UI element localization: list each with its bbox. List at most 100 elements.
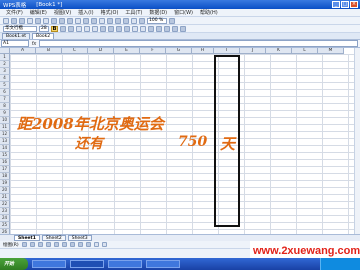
row-header[interactable]: 4 bbox=[0, 75, 10, 82]
name-box[interactable]: A1 bbox=[1, 40, 29, 47]
menu-insert[interactable]: 插入(I) bbox=[78, 9, 93, 16]
row-header[interactable]: 1 bbox=[0, 54, 10, 61]
row-header[interactable]: 9 bbox=[0, 110, 10, 117]
menu-file[interactable]: 文件(F) bbox=[6, 9, 23, 16]
formula-input[interactable] bbox=[39, 40, 358, 47]
start-button[interactable]: 开始 bbox=[0, 258, 28, 270]
minimize-button[interactable]: _ bbox=[332, 1, 340, 8]
vertical-scrollbar[interactable] bbox=[354, 48, 360, 234]
row-header[interactable]: 13 bbox=[0, 138, 10, 145]
outdent-icon[interactable] bbox=[148, 25, 154, 32]
column-header[interactable]: K bbox=[266, 48, 292, 54]
paste-icon[interactable] bbox=[67, 17, 73, 24]
comma-icon[interactable] bbox=[124, 25, 130, 32]
new-file-icon[interactable] bbox=[3, 17, 9, 24]
column-header[interactable]: D bbox=[88, 48, 114, 54]
help-icon[interactable] bbox=[169, 17, 175, 24]
wordart-icon[interactable] bbox=[77, 242, 83, 247]
row-header[interactable]: 12 bbox=[0, 131, 10, 138]
chart-icon[interactable] bbox=[131, 17, 137, 24]
column-header[interactable]: M bbox=[318, 48, 344, 54]
align-right-icon[interactable] bbox=[92, 25, 98, 32]
column-header[interactable]: E bbox=[114, 48, 140, 54]
align-left-icon[interactable] bbox=[76, 25, 82, 32]
column-header[interactable]: A bbox=[10, 48, 36, 54]
menu-data[interactable]: 数据(D) bbox=[149, 9, 167, 16]
font-color-icon[interactable] bbox=[180, 25, 186, 32]
close-button[interactable]: × bbox=[350, 1, 358, 8]
row-header[interactable]: 17 bbox=[0, 166, 10, 173]
print-preview-icon[interactable] bbox=[35, 17, 41, 24]
sort-ascending-icon[interactable] bbox=[115, 17, 121, 24]
row-header[interactable]: 21 bbox=[0, 194, 10, 201]
autoshapes-icon[interactable] bbox=[29, 242, 35, 247]
menu-window[interactable]: 窗口(W) bbox=[174, 9, 193, 16]
row-header[interactable]: 3 bbox=[0, 68, 10, 75]
italic-icon[interactable] bbox=[60, 25, 66, 32]
row-header[interactable]: 18 bbox=[0, 173, 10, 180]
column-header[interactable]: G bbox=[166, 48, 192, 54]
autosum-icon[interactable] bbox=[107, 17, 113, 24]
row-header[interactable]: 24 bbox=[0, 215, 10, 222]
taskbar-item[interactable] bbox=[108, 260, 142, 268]
picture-icon[interactable] bbox=[85, 242, 91, 247]
format-painter-icon[interactable] bbox=[75, 17, 81, 24]
indent-icon[interactable] bbox=[156, 25, 162, 32]
row-header[interactable]: 16 bbox=[0, 159, 10, 166]
merge-center-icon[interactable] bbox=[100, 25, 106, 32]
fx-icon[interactable]: fx bbox=[29, 41, 39, 47]
row-header[interactable]: 7 bbox=[0, 96, 10, 103]
row-header[interactable]: 2 bbox=[0, 61, 10, 68]
row-header[interactable]: 15 bbox=[0, 152, 10, 159]
textbox-icon[interactable] bbox=[69, 242, 75, 247]
row-header[interactable]: 5 bbox=[0, 82, 10, 89]
column-header[interactable]: L bbox=[292, 48, 318, 54]
column-header[interactable]: J bbox=[240, 48, 266, 54]
column-header[interactable]: C bbox=[62, 48, 88, 54]
open-file-icon[interactable] bbox=[11, 17, 17, 24]
line-icon[interactable] bbox=[37, 242, 43, 247]
rectangle-icon[interactable] bbox=[53, 242, 59, 247]
column-header[interactable]: H bbox=[192, 48, 214, 54]
menu-help[interactable]: 帮助(H) bbox=[200, 9, 218, 16]
taskbar-item-active[interactable] bbox=[70, 260, 104, 268]
redo-icon[interactable] bbox=[91, 17, 97, 24]
doc-tab-book1[interactable]: Book1.et bbox=[2, 33, 31, 39]
print-icon[interactable] bbox=[27, 17, 33, 24]
row-header[interactable]: 10 bbox=[0, 117, 10, 124]
row-header[interactable]: 14 bbox=[0, 145, 10, 152]
arrow-icon[interactable] bbox=[45, 242, 51, 247]
maximize-button[interactable]: □ bbox=[341, 1, 349, 8]
column-header[interactable]: F bbox=[140, 48, 166, 54]
row-header[interactable]: 20 bbox=[0, 187, 10, 194]
shadow-icon[interactable] bbox=[101, 242, 107, 247]
font-select[interactable]: 华文行楷 bbox=[3, 25, 37, 32]
column-header[interactable]: I bbox=[214, 48, 240, 54]
percent-icon[interactable] bbox=[116, 25, 122, 32]
menu-format[interactable]: 格式(O) bbox=[101, 9, 119, 16]
spellcheck-icon[interactable] bbox=[43, 17, 49, 24]
doc-tab-book2[interactable]: Book2 bbox=[32, 33, 55, 39]
oval-icon[interactable] bbox=[61, 242, 67, 247]
row-header[interactable]: 6 bbox=[0, 89, 10, 96]
menu-tools[interactable]: 工具(T) bbox=[125, 9, 142, 16]
row-header[interactable]: 23 bbox=[0, 208, 10, 215]
borders-icon[interactable] bbox=[164, 25, 170, 32]
menu-view[interactable]: 视图(V) bbox=[54, 9, 71, 16]
row-header[interactable]: 25 bbox=[0, 222, 10, 229]
row-header[interactable]: 22 bbox=[0, 201, 10, 208]
menu-edit[interactable]: 编辑(E) bbox=[30, 9, 47, 16]
line-color-icon[interactable] bbox=[93, 242, 99, 247]
select-arrow-icon[interactable] bbox=[21, 242, 27, 247]
bold-button[interactable]: B bbox=[51, 25, 58, 32]
row-header[interactable]: 11 bbox=[0, 124, 10, 131]
underline-icon[interactable] bbox=[68, 25, 74, 32]
fill-color-icon[interactable] bbox=[172, 25, 178, 32]
hyperlink-icon[interactable] bbox=[99, 17, 105, 24]
undo-icon[interactable] bbox=[83, 17, 89, 24]
sort-descending-icon[interactable] bbox=[123, 17, 129, 24]
font-size-select[interactable]: 28 bbox=[39, 25, 49, 32]
drawing-icon[interactable] bbox=[139, 17, 145, 24]
align-center-icon[interactable] bbox=[84, 25, 90, 32]
currency-icon[interactable] bbox=[108, 25, 114, 32]
